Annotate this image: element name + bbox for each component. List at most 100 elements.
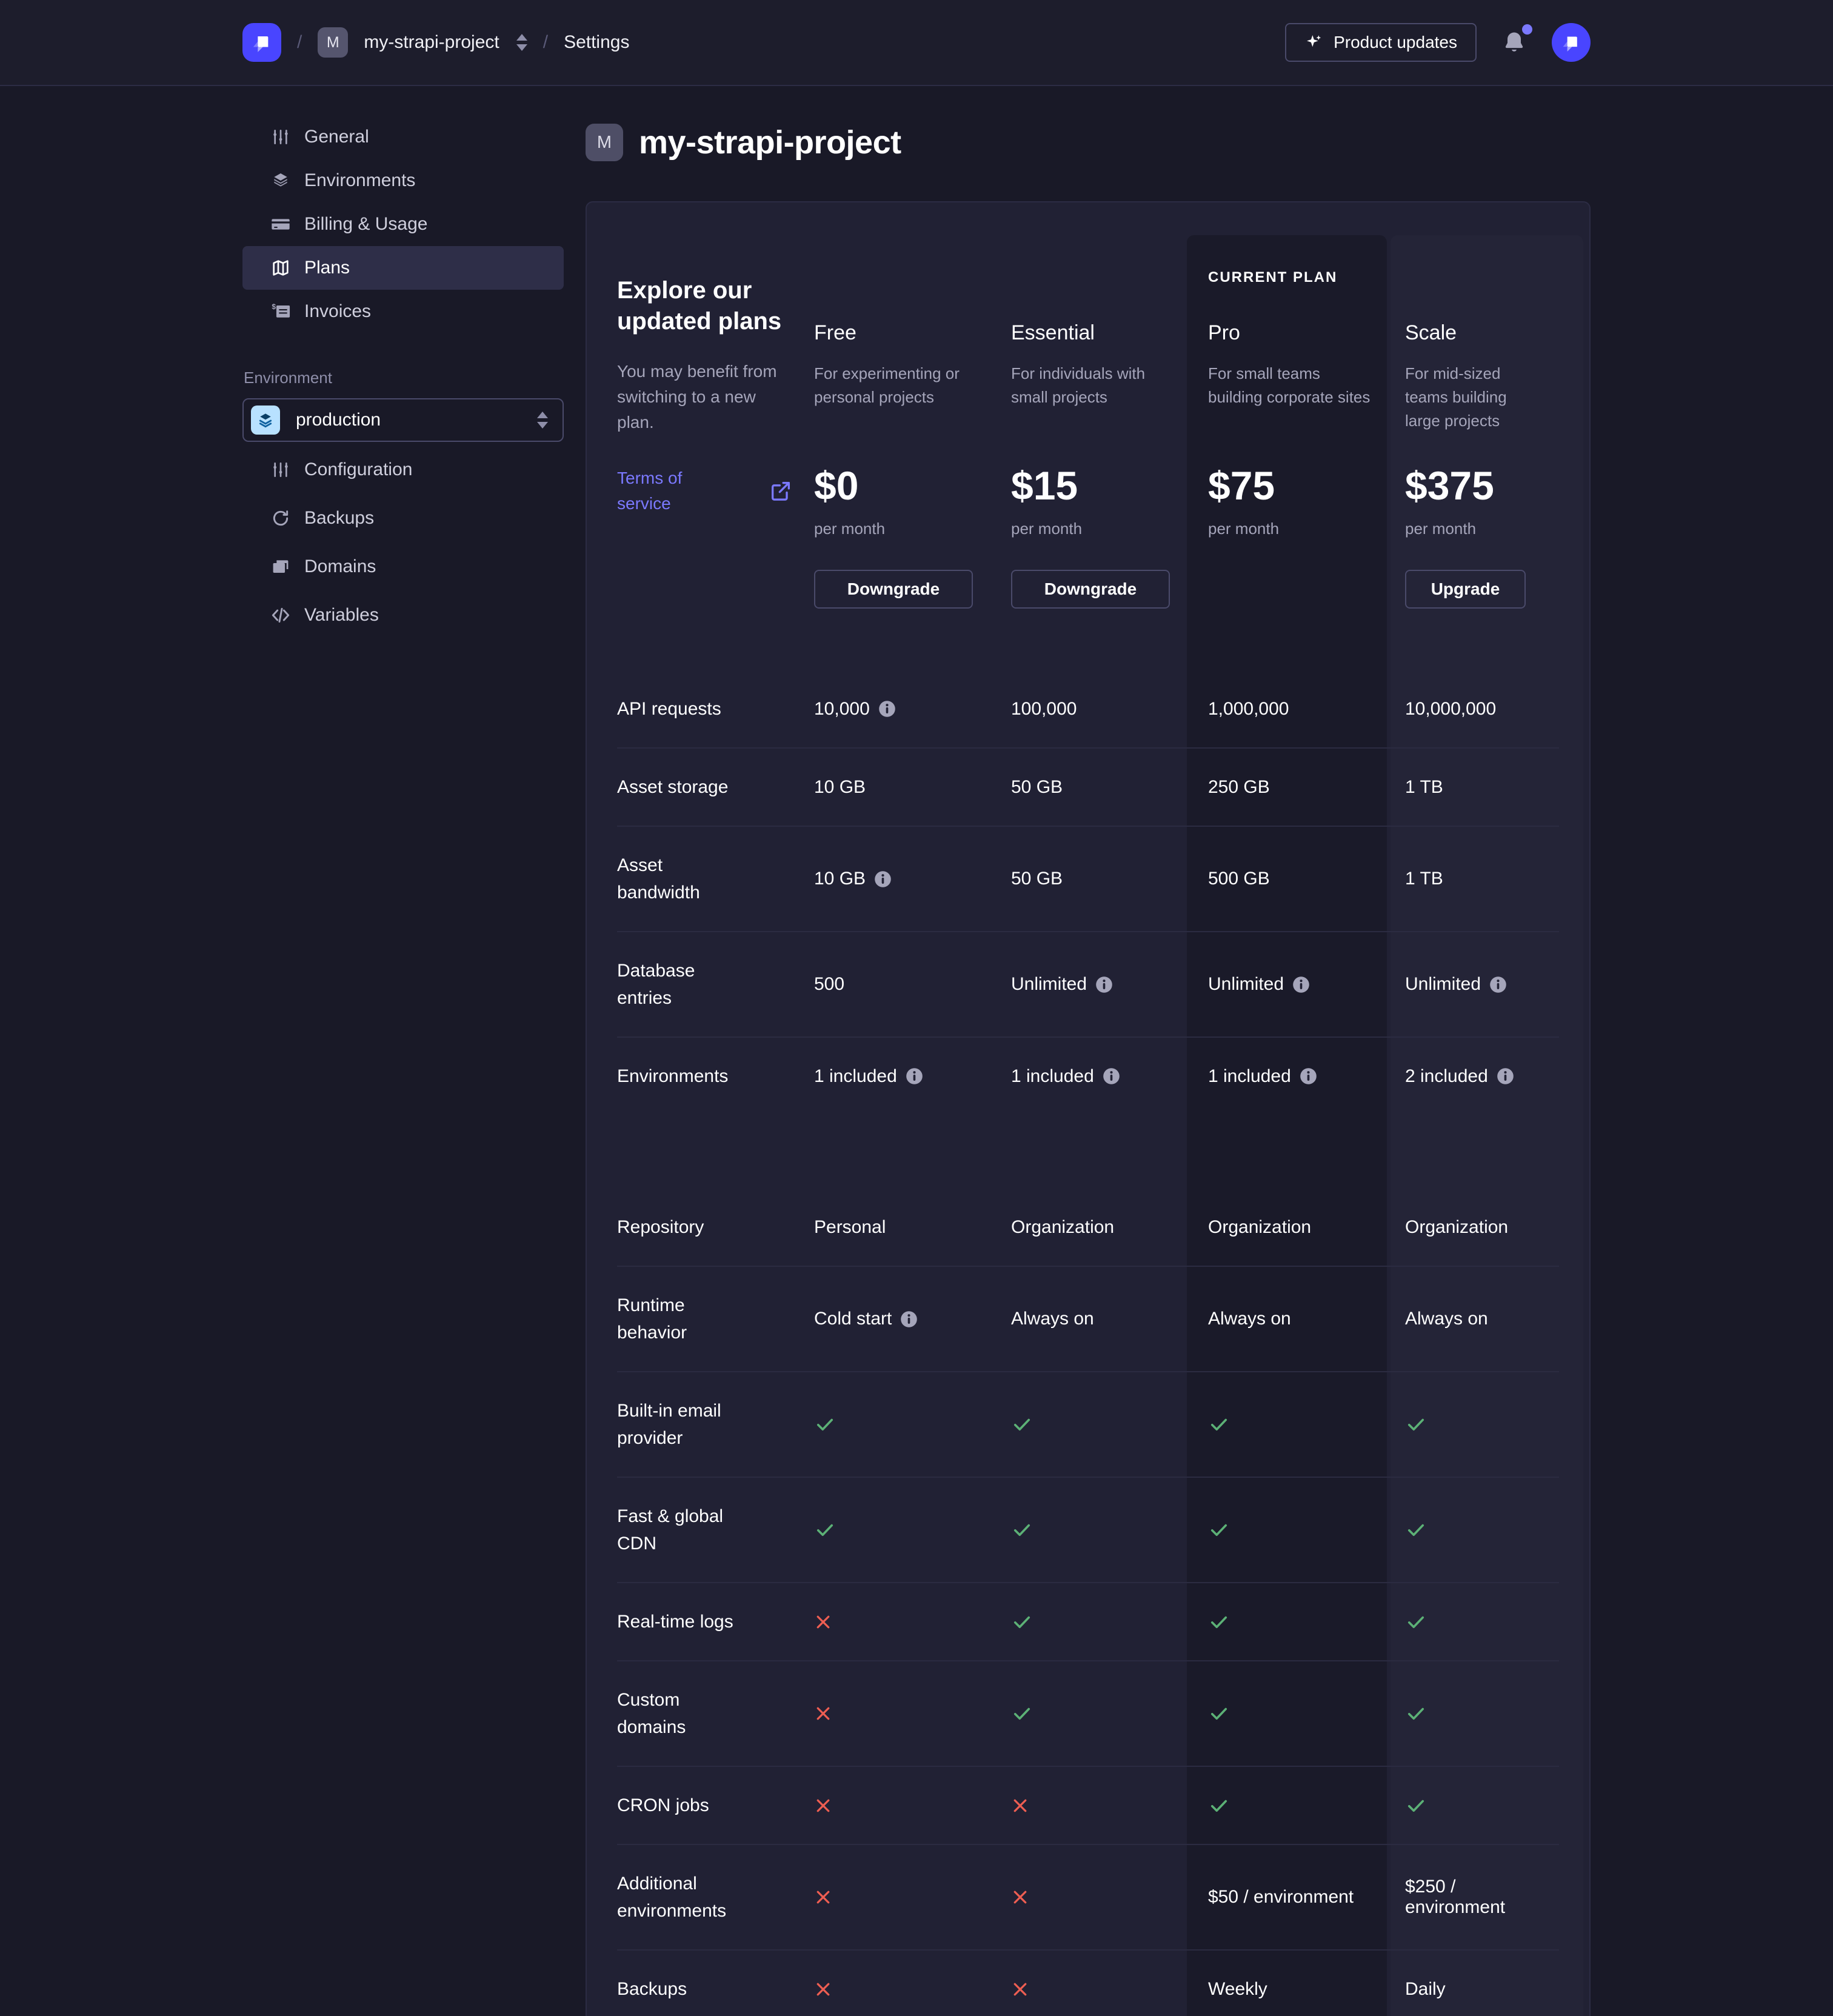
project-initial-badge: M bbox=[586, 124, 623, 161]
feature-value: 500 bbox=[814, 974, 1011, 995]
terms-of-service-link[interactable]: Terms of service bbox=[617, 466, 793, 516]
feature-value: 10 GB bbox=[814, 777, 1011, 798]
plan-price: $0 bbox=[814, 462, 858, 509]
strapi-logo[interactable] bbox=[242, 23, 281, 62]
feature-label: API requests bbox=[617, 695, 756, 723]
info-icon[interactable] bbox=[1497, 1067, 1514, 1085]
feature-value: Unlimited bbox=[1011, 974, 1208, 995]
feature-value bbox=[814, 1888, 1011, 1906]
feature-value-text: Daily bbox=[1405, 1979, 1446, 2000]
feature-row: Repository Personal Organization Organizati… bbox=[617, 1189, 1559, 1266]
downgrade-button-essential[interactable]: Downgrade bbox=[1011, 570, 1170, 609]
upgrade-button-scale[interactable]: Upgrade bbox=[1405, 570, 1526, 609]
current-plan-label: CURRENT PLAN bbox=[1208, 269, 1337, 321]
info-icon[interactable] bbox=[1292, 976, 1310, 993]
sidebar-item-invoices[interactable]: $ Invoices bbox=[242, 290, 564, 333]
sidebar-item-variables[interactable]: Variables bbox=[242, 593, 564, 637]
sidebar-item-label: Domains bbox=[304, 556, 376, 577]
feature-value bbox=[1208, 1519, 1405, 1541]
feature-value bbox=[1011, 1980, 1208, 1998]
cross-icon bbox=[1011, 1980, 1029, 1998]
breadcrumb-project[interactable]: my-strapi-project bbox=[364, 32, 499, 53]
feature-label: Environments bbox=[617, 1063, 756, 1090]
feature-value-text: Personal bbox=[814, 1217, 886, 1238]
feature-value: 500 GB bbox=[1208, 869, 1405, 889]
feature-value-text: 1 included bbox=[814, 1066, 897, 1087]
info-icon[interactable] bbox=[1489, 976, 1507, 993]
feature-value-text: 1 included bbox=[1208, 1066, 1291, 1087]
info-icon[interactable] bbox=[906, 1067, 923, 1085]
credit-card-icon bbox=[270, 215, 291, 234]
plan-price: $75 bbox=[1208, 462, 1275, 509]
plan-period: per month bbox=[814, 519, 885, 538]
check-icon bbox=[1208, 1703, 1230, 1724]
check-icon bbox=[814, 1414, 836, 1435]
feature-label: Fast & global CDN bbox=[617, 1503, 756, 1557]
feature-row: CRON jobs bbox=[617, 1766, 1559, 1844]
sidebar-item-plans[interactable]: Plans bbox=[242, 246, 564, 290]
info-icon[interactable] bbox=[1095, 976, 1113, 993]
feature-value: Organization bbox=[1405, 1217, 1559, 1238]
feature-label: Real-time logs bbox=[617, 1608, 756, 1635]
sidebar-item-domains[interactable]: Domains bbox=[242, 545, 564, 589]
plan-column-essential: Essential For individuals with small pro… bbox=[1011, 269, 1208, 609]
breadcrumb-settings[interactable]: Settings bbox=[564, 32, 629, 53]
feature-value: 1 included bbox=[1208, 1066, 1405, 1087]
feature-value-text: 10 GB bbox=[814, 869, 866, 889]
sidebar-item-configuration[interactable]: Configuration bbox=[242, 448, 564, 492]
feature-table: API requests10,000 100,0001,000,00010,00… bbox=[617, 670, 1559, 2016]
feature-row: Runtime behaviorCold start Always onAlwa… bbox=[617, 1266, 1559, 1371]
feature-value: 1 included bbox=[814, 1066, 1011, 1087]
feature-value-text: 2 included bbox=[1405, 1066, 1488, 1087]
sidebar-item-general[interactable]: General bbox=[242, 115, 564, 159]
cross-icon bbox=[814, 1797, 832, 1815]
info-icon[interactable] bbox=[874, 870, 892, 888]
feature-value: 250 GB bbox=[1208, 777, 1405, 798]
feature-row: Fast & global CDN bbox=[617, 1477, 1559, 1582]
notifications-bell[interactable] bbox=[1501, 28, 1528, 57]
sidebar-item-billing[interactable]: Billing & Usage bbox=[242, 202, 564, 246]
feature-value-text: Unlimited bbox=[1405, 974, 1481, 995]
environment-tile-icon bbox=[251, 406, 280, 435]
plan-description: For individuals with small projects bbox=[1011, 362, 1175, 462]
feature-label: CRON jobs bbox=[617, 1792, 756, 1819]
settings-sidebar: General Environments Billing & Usage bbox=[242, 115, 564, 2016]
feature-value-text: 1 included bbox=[1011, 1066, 1094, 1087]
user-avatar[interactable] bbox=[1552, 23, 1591, 62]
feature-row: BackupsWeeklyDaily bbox=[617, 1949, 1559, 2016]
feature-value-text: Always on bbox=[1405, 1309, 1488, 1329]
product-updates-label: Product updates bbox=[1334, 33, 1457, 52]
plans-card: Explore our updated plans You may benefi… bbox=[586, 201, 1591, 2016]
info-icon[interactable] bbox=[1300, 1067, 1317, 1085]
sidebar-item-label: Invoices bbox=[304, 301, 371, 322]
feature-row: Database entries500Unlimited Unlimited U… bbox=[617, 931, 1559, 1036]
plan-headers: Explore our updated plans You may benefi… bbox=[617, 269, 1559, 609]
check-icon bbox=[1011, 1414, 1033, 1435]
code-icon bbox=[270, 606, 291, 625]
info-icon[interactable] bbox=[878, 700, 896, 718]
info-icon[interactable] bbox=[900, 1310, 918, 1328]
feature-value-text: 500 GB bbox=[1208, 869, 1270, 889]
feature-label: Backups bbox=[617, 1975, 756, 2003]
info-icon[interactable] bbox=[1103, 1067, 1120, 1085]
project-switcher-icon[interactable] bbox=[516, 34, 527, 51]
feature-value: 2 included bbox=[1405, 1066, 1559, 1087]
feature-value-text: Organization bbox=[1208, 1217, 1311, 1238]
environment-select[interactable]: production bbox=[242, 398, 564, 442]
feature-value bbox=[1011, 1414, 1208, 1435]
product-updates-button[interactable]: Product updates bbox=[1285, 23, 1477, 62]
feature-value-text: 10,000,000 bbox=[1405, 699, 1496, 719]
sidebar-item-environments[interactable]: Environments bbox=[242, 159, 564, 202]
feature-label: Repository bbox=[617, 1213, 756, 1241]
feature-row: Asset storage10 GB50 GB250 GB1 TB bbox=[617, 747, 1559, 826]
feature-value: 1 included bbox=[1011, 1066, 1208, 1087]
feature-value: 100,000 bbox=[1011, 699, 1208, 719]
feature-value-text: $250 / environment bbox=[1405, 1877, 1535, 1918]
downgrade-button-free[interactable]: Downgrade bbox=[814, 570, 973, 609]
feature-value bbox=[1405, 1414, 1559, 1435]
plan-period: per month bbox=[1011, 519, 1082, 538]
check-icon bbox=[1405, 1703, 1427, 1724]
feature-value: 10,000 bbox=[814, 699, 1011, 719]
sidebar-item-backups[interactable]: Backups bbox=[242, 496, 564, 540]
svg-text:$: $ bbox=[272, 302, 276, 311]
